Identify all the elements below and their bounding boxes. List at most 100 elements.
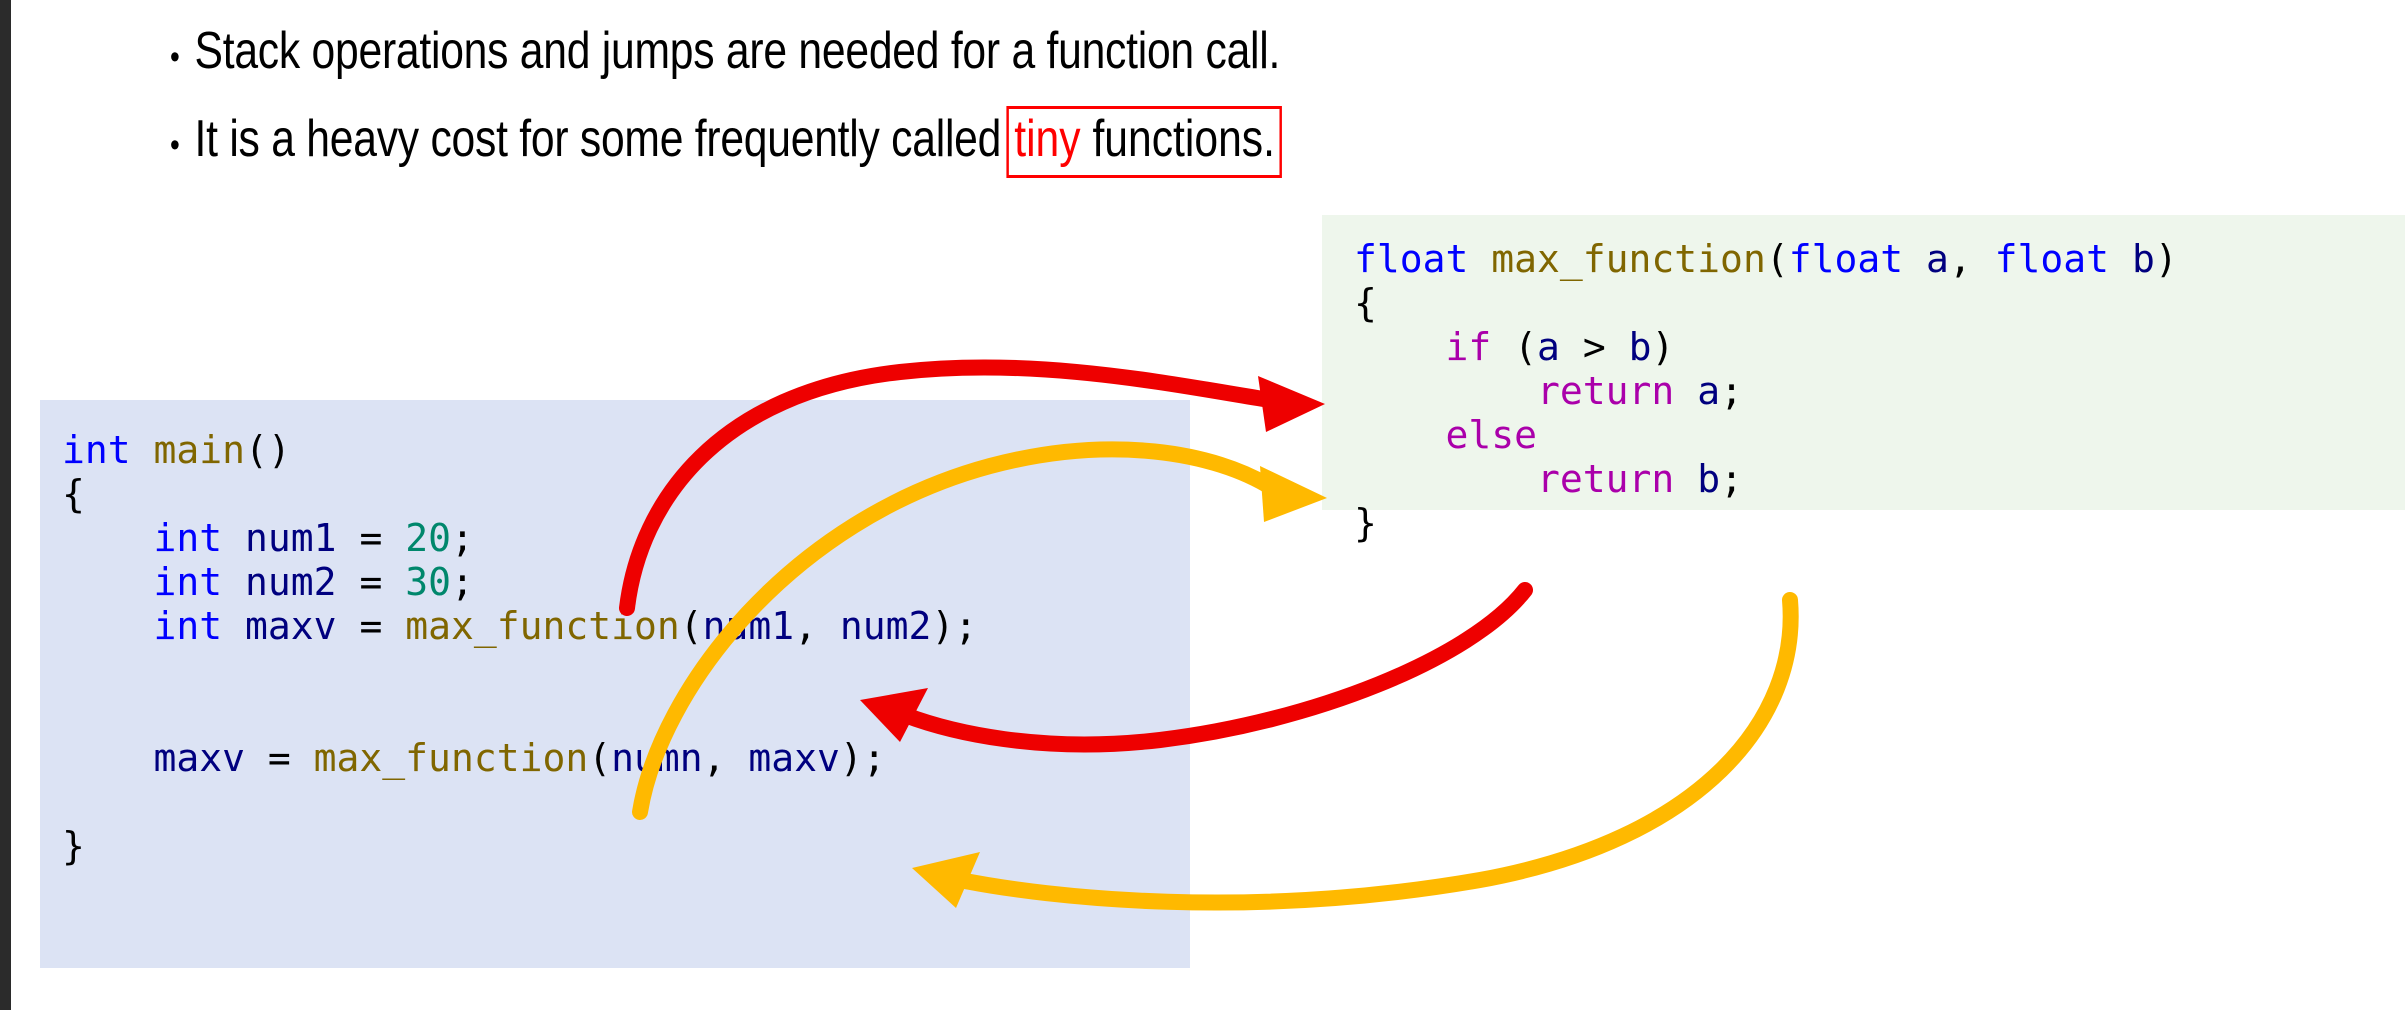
code-maxfn-token: return xyxy=(1537,457,1675,501)
code-main-token: { xyxy=(62,472,85,516)
code-main-line: } xyxy=(62,824,1190,868)
code-main-line: int main() xyxy=(62,428,1190,472)
code-main-token: num2 xyxy=(245,560,337,604)
code-main-token xyxy=(62,604,154,648)
code-maxfn-token: float xyxy=(1788,237,1904,281)
code-main-token: ; xyxy=(450,560,474,604)
code-main-token: } xyxy=(62,824,85,868)
code-main-token: main xyxy=(153,428,246,472)
code-maxfn-token xyxy=(1354,325,1446,369)
tiny-functions-highlight-box: tiny functions. xyxy=(1006,106,1282,178)
code-maxfn-token: else xyxy=(1445,413,1538,457)
code-maxfn-token: ) xyxy=(2154,237,2178,281)
bullet-item-1-text: Stack operations and jumps are needed fo… xyxy=(194,22,1281,80)
code-main-token xyxy=(222,560,245,604)
code-main-token: maxv xyxy=(748,736,840,780)
code-main-line: int num1 = 20; xyxy=(62,516,1190,560)
code-block-max-function: float max_function(float a, float b){ if… xyxy=(1322,215,2405,545)
tiny-keyword: tiny xyxy=(1014,110,1081,168)
code-maxfn-token xyxy=(1674,457,1697,501)
code-main-token: numn xyxy=(611,736,703,780)
code-maxfn-token: ; xyxy=(1720,369,1743,413)
code-maxfn-line: else xyxy=(1354,413,2405,457)
code-main-token: max_function xyxy=(313,736,589,780)
code-main-token: 30 xyxy=(405,560,451,604)
code-main-token: ( xyxy=(679,604,703,648)
code-main-token: = xyxy=(336,604,406,648)
code-maxfn-token: float xyxy=(1354,237,1469,281)
code-main-line: int maxv = max_function(num1, num2); xyxy=(62,604,1190,648)
code-maxfn-token: ; xyxy=(1720,457,1743,501)
code-maxfn-line: } xyxy=(1354,501,2405,545)
code-maxfn-token: if xyxy=(1445,325,1492,369)
call-arrow-second-head-icon xyxy=(1260,466,1327,522)
code-maxfn-token xyxy=(1674,369,1697,413)
code-maxfn-token: max_function xyxy=(1491,237,1766,281)
code-main-token: , xyxy=(794,604,840,648)
code-main-token: int xyxy=(153,604,223,648)
code-main-line xyxy=(62,780,1190,824)
bullet-item-2-text-before: It is a heavy cost for some frequently c… xyxy=(194,110,1002,168)
code-main-line xyxy=(62,648,1190,692)
code-main-token xyxy=(222,604,245,648)
code-maxfn-token: b xyxy=(1628,325,1652,369)
code-main-token xyxy=(62,736,154,780)
code-main-token xyxy=(222,516,245,560)
code-main-token: num2 xyxy=(839,604,932,648)
code-main-line: { xyxy=(62,472,1190,516)
code-main-line: int num2 = 30; xyxy=(62,560,1190,604)
code-maxfn-token xyxy=(1354,413,1446,457)
code-main-token: ); xyxy=(931,604,978,648)
code-main-token: int xyxy=(153,560,223,604)
code-maxfn-token: { xyxy=(1354,281,1377,325)
code-main-token: = xyxy=(245,736,314,780)
bullet-item-1: • Stack operations and jumps are needed … xyxy=(170,14,1564,94)
code-main-token: max_function xyxy=(405,604,680,648)
code-main-token: ); xyxy=(839,736,886,780)
code-block-main: int main(){ int num1 = 20; int num2 = 30… xyxy=(40,400,1190,968)
bullet-item-2: • It is a heavy cost for some frequently… xyxy=(170,102,1564,182)
code-main-token xyxy=(131,428,154,472)
code-maxfn-token xyxy=(2109,237,2132,281)
code-maxfn-line: return a; xyxy=(1354,369,2405,413)
code-main-token: int xyxy=(62,428,131,472)
bullet-marker-icon: • xyxy=(170,126,180,164)
code-main-token: () xyxy=(245,428,291,472)
code-maxfn-token xyxy=(1903,237,1926,281)
code-maxfn-token: a xyxy=(1926,237,1949,281)
code-maxfn-token xyxy=(1354,369,1537,413)
code-maxfn-token: return xyxy=(1537,369,1675,413)
code-main-token: = xyxy=(336,516,406,560)
code-main-token: , xyxy=(702,736,749,780)
code-main-token xyxy=(62,560,154,604)
code-maxfn-token: ( xyxy=(1765,237,1789,281)
code-main-token: ; xyxy=(450,516,474,560)
code-maxfn-token: > xyxy=(1559,325,1629,369)
slide-left-edge-strip xyxy=(0,0,11,1010)
code-maxfn-line: return b; xyxy=(1354,457,2405,501)
code-maxfn-token: , xyxy=(1948,237,1995,281)
code-main-token: num1 xyxy=(245,516,337,560)
code-maxfn-token: b xyxy=(1697,457,1721,501)
bullet-item-2-text-after: functions. xyxy=(1080,110,1275,168)
code-maxfn-token: ) xyxy=(1651,325,1675,369)
code-main-token xyxy=(62,516,154,560)
code-main-token: num1 xyxy=(702,604,795,648)
code-main-token: = xyxy=(336,560,406,604)
code-main-token: maxv xyxy=(245,604,337,648)
code-main-line: maxv = max_function(numn, maxv); xyxy=(62,736,1190,780)
code-main-token: maxv xyxy=(153,736,246,780)
code-main-token: ( xyxy=(588,736,612,780)
code-maxfn-token: } xyxy=(1354,501,1377,545)
code-maxfn-token: ( xyxy=(1491,325,1538,369)
code-maxfn-token: float xyxy=(1994,237,2110,281)
code-maxfn-token: a xyxy=(1537,325,1560,369)
code-maxfn-line: { xyxy=(1354,281,2405,325)
code-main-line xyxy=(62,692,1190,736)
call-arrow-first-head-icon xyxy=(1258,376,1325,432)
code-maxfn-token xyxy=(1354,457,1537,501)
code-maxfn-line: float max_function(float a, float b) xyxy=(1354,237,2405,281)
bullet-marker-icon: • xyxy=(170,38,180,76)
code-maxfn-line: if (a > b) xyxy=(1354,325,2405,369)
code-maxfn-token: a xyxy=(1697,369,1721,413)
